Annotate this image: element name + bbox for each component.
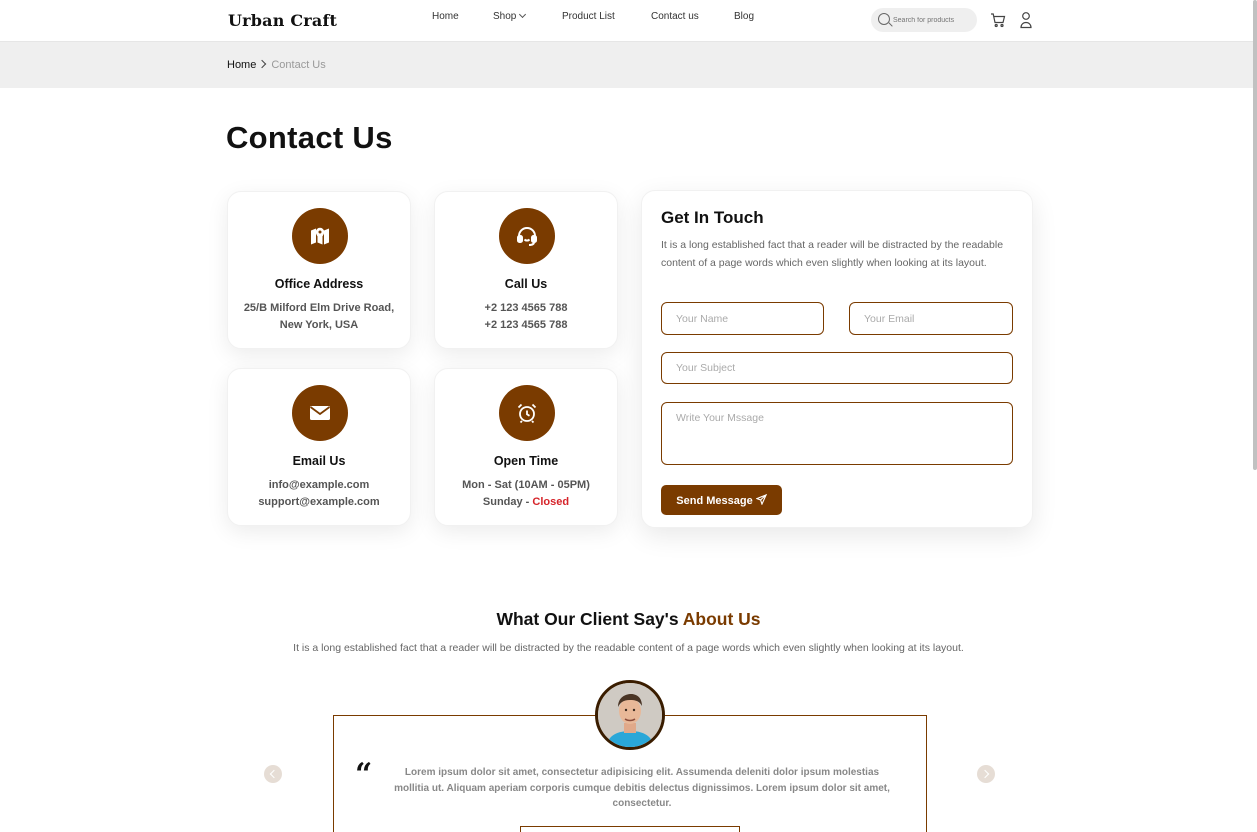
icon-circle [292,385,348,441]
icon-circle [499,385,555,441]
envelope-icon [309,406,331,420]
testimonial-text: Lorem ipsum dolor sit amet, consectetur … [394,767,890,809]
quote-icon: “ [355,757,373,792]
breadcrumb-band: Home Contact Us [0,42,1257,88]
name-field[interactable] [661,302,824,335]
email-link[interactable]: support@example.com [228,496,410,508]
search-icon[interactable] [878,13,890,25]
email-us-card: Email Us info@example.com support@exampl… [227,368,411,526]
cart-icon[interactable] [990,12,1006,28]
sunday-label: Sunday - [482,496,533,508]
card-title: Call Us [504,277,548,291]
testimonials-subtitle: It is a long established fact that a rea… [293,642,964,654]
icon-circle [292,208,348,264]
send-message-label: Send Message [676,495,753,507]
site-logo[interactable]: Urban Craft [228,11,337,30]
carousel-next-button[interactable] [977,765,995,783]
nav-blog[interactable]: Blog [734,11,754,22]
office-address-card: Office Address 25/B Milford Elm Drive Ro… [227,191,411,349]
nav-shop[interactable]: Shop [493,10,527,22]
breadcrumb: Home Contact Us [227,59,326,71]
closed-status: Closed [532,496,570,508]
top-navbar: Urban Craft Home Shop Product List Conta… [0,0,1257,42]
card-line: New York, USA [279,319,359,331]
form-description: It is a long established fact that a rea… [661,239,1004,269]
card-line: Mon - Sat (10AM - 05PM) [462,479,590,491]
breadcrumb-home[interactable]: Home [227,59,256,71]
avatar-photo [598,683,662,747]
user-icon[interactable] [1019,11,1033,29]
phone-number[interactable]: +2 123 4565 788 [435,319,617,331]
subject-field[interactable] [661,352,1013,384]
nav-contact-us[interactable]: Contact us [651,11,699,22]
search-box[interactable] [871,8,977,32]
paper-plane-icon [755,493,767,506]
message-field[interactable] [661,402,1013,465]
open-time-card: Open Time Mon - Sat (10AM - 05PM) Sunday… [434,368,618,526]
page-title: Contact Us [226,120,393,155]
form-title: Get In Touch [661,208,764,227]
card-title: Open Time [493,454,559,468]
heading-accent: About Us [682,609,761,629]
avatar [595,680,665,750]
send-message-button[interactable]: Send Message [661,485,782,515]
map-icon [311,227,329,245]
testimonials-heading: What Our Client Say's About Us [0,609,1257,630]
chevron-down-icon [519,10,527,19]
email-link[interactable]: info@example.com [228,479,410,491]
chevron-right-icon [258,59,267,69]
card-title: Office Address [274,277,364,291]
testimonial-author-box [520,826,740,832]
card-title: Email Us [292,454,346,468]
icon-circle [499,208,555,264]
nav-product-list[interactable]: Product List [562,11,615,22]
page-scrollbar[interactable] [1253,0,1257,470]
search-input[interactable] [893,12,973,28]
card-line: 25/B Milford Elm Drive Road, [243,302,395,314]
call-us-card: Call Us +2 123 4565 788 +2 123 4565 788 [434,191,618,349]
email-field[interactable] [849,302,1013,335]
nav-shop-label: Shop [493,11,517,22]
card-line: Sunday - Closed [435,496,617,508]
carousel-prev-button[interactable] [264,765,282,783]
alarm-clock-icon [517,403,537,424]
headset-icon [517,227,537,246]
nav-home[interactable]: Home [432,11,459,22]
breadcrumb-current: Contact Us [271,59,326,71]
contact-form-card: Get In Touch It is a long established fa… [641,190,1033,528]
heading-main: What Our Client Say's [496,609,683,629]
phone-number[interactable]: +2 123 4565 788 [435,302,617,314]
